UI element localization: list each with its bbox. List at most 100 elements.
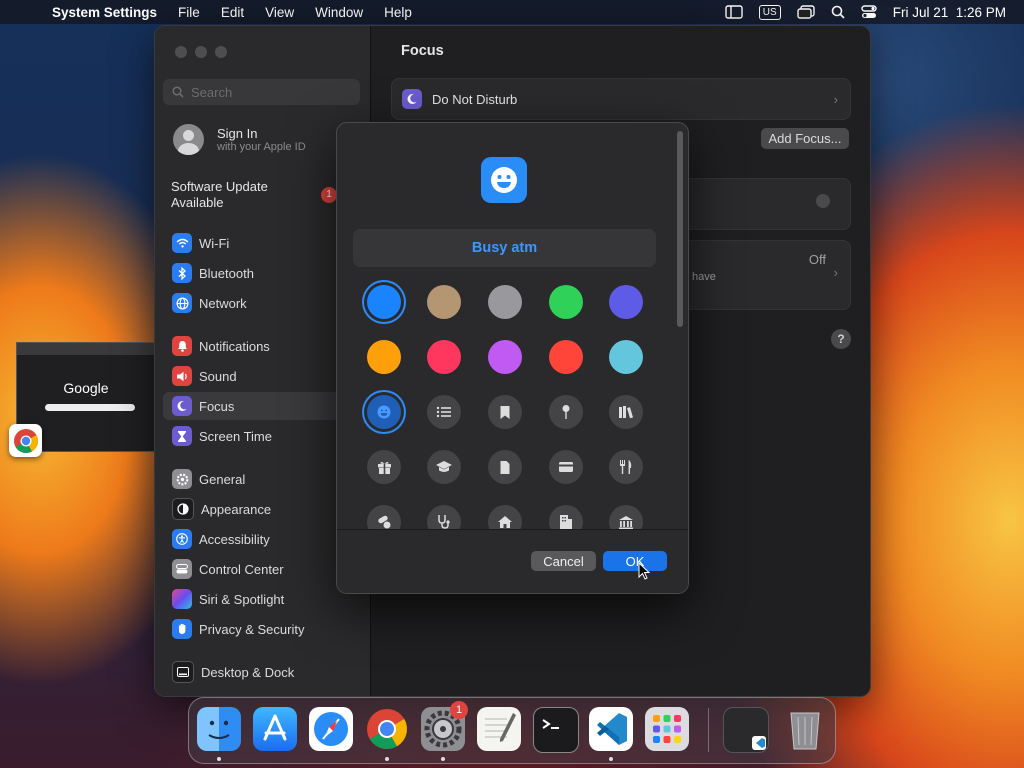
color-swatch[interactable] xyxy=(488,340,522,374)
dock-vscode[interactable] xyxy=(589,707,633,751)
bookmark-icon xyxy=(500,405,510,419)
sidebar-item-control-center[interactable]: Control Center xyxy=(163,555,361,583)
menu-clock[interactable]: Fri Jul 21 1:26 PM xyxy=(893,5,1006,20)
sidebar-item-desktop-dock[interactable]: Desktop & Dock xyxy=(163,658,361,686)
glyph-option[interactable] xyxy=(488,450,522,484)
color-swatch[interactable] xyxy=(488,285,522,319)
control-center-icon[interactable] xyxy=(861,5,877,19)
menu-help[interactable]: Help xyxy=(384,5,412,20)
menu-window[interactable]: Window xyxy=(315,5,363,20)
sidebar-toggle-icon[interactable] xyxy=(725,5,743,19)
sidebar-item-network[interactable]: Network xyxy=(163,289,361,317)
glyph-option[interactable] xyxy=(609,450,643,484)
color-swatch[interactable] xyxy=(427,340,461,374)
sidebar-item-bluetooth[interactable]: Bluetooth xyxy=(163,259,361,287)
glyph-option[interactable] xyxy=(367,395,401,429)
globe-icon xyxy=(172,293,192,313)
hourglass-icon xyxy=(172,426,192,446)
color-swatch[interactable] xyxy=(427,285,461,319)
glyph-option[interactable] xyxy=(367,450,401,484)
search-icon xyxy=(172,86,184,98)
sidebar-item-siri-spotlight[interactable]: Siri & Spotlight xyxy=(163,585,361,613)
sidebar-item-screen-time[interactable]: Screen Time xyxy=(163,422,361,450)
focus-name-input[interactable]: Busy atm xyxy=(353,229,656,267)
apple-menu-icon[interactable] xyxy=(18,3,36,21)
dock-safari[interactable] xyxy=(309,707,353,751)
smiley-icon xyxy=(377,405,391,419)
sidebar-item-label: Notifications xyxy=(199,338,270,354)
cancel-button[interactable]: Cancel xyxy=(531,551,596,571)
share-across-devices-toggle[interactable] xyxy=(816,194,830,208)
focus-status-value: Off xyxy=(808,252,826,267)
glyph-option[interactable] xyxy=(488,395,522,429)
focus-preview-icon xyxy=(481,157,527,203)
zoom-window-button[interactable] xyxy=(215,46,227,58)
dock-minimized-vscode-window[interactable] xyxy=(723,707,769,753)
color-swatch[interactable] xyxy=(609,340,643,374)
glyph-option[interactable] xyxy=(427,450,461,484)
dock-launchpad[interactable] xyxy=(645,707,689,751)
color-swatch[interactable] xyxy=(367,285,401,319)
sidebar-item-focus[interactable]: Focus xyxy=(163,392,361,420)
ok-button[interactable]: OK xyxy=(603,551,667,571)
dialog-footer: Cancel OK xyxy=(337,529,688,593)
house-icon xyxy=(498,516,512,528)
sidebar-item-general[interactable]: General xyxy=(163,465,361,493)
menu-file[interactable]: File xyxy=(178,5,200,20)
help-button[interactable]: ? xyxy=(831,329,851,349)
control-center-sidebar-icon xyxy=(172,559,192,579)
settings-badge: 1 xyxy=(450,701,468,719)
sidebar-item-wifi[interactable]: Wi-Fi xyxy=(163,229,361,257)
color-swatch[interactable] xyxy=(367,340,401,374)
menu-view[interactable]: View xyxy=(265,5,294,20)
sidebar-item-label: Network xyxy=(199,295,247,311)
sidebar-item-label: General xyxy=(199,471,246,487)
sidebar-item-label: Sound xyxy=(199,368,237,384)
glyph-option[interactable] xyxy=(549,450,583,484)
menu-edit[interactable]: Edit xyxy=(221,5,244,20)
sidebar-item-accessibility[interactable]: Accessibility xyxy=(163,525,361,553)
dialog-scrollbar[interactable] xyxy=(677,131,683,327)
do-not-disturb-row[interactable]: Do Not Disturb › xyxy=(391,78,851,120)
signin-title: Sign In xyxy=(217,126,258,141)
color-swatch[interactable] xyxy=(549,285,583,319)
sidebar-item-notifications[interactable]: Notifications xyxy=(163,332,361,360)
sidebar-item-sound[interactable]: Sound xyxy=(163,362,361,390)
menu-app-name[interactable]: System Settings xyxy=(52,5,157,20)
dock-app-store[interactable] xyxy=(253,707,297,751)
moon-icon xyxy=(172,396,192,416)
terminal-icon xyxy=(542,719,559,729)
apple-id-signin[interactable]: Sign In with your Apple ID xyxy=(173,124,306,155)
software-update-available[interactable]: Software Update Available xyxy=(171,179,291,211)
dock-finder[interactable] xyxy=(197,707,241,751)
spotlight-search-icon[interactable] xyxy=(831,5,845,19)
minimize-window-button[interactable] xyxy=(195,46,207,58)
color-swatch[interactable] xyxy=(609,285,643,319)
app-store-icon xyxy=(263,714,287,741)
sidebar-item-privacy-security[interactable]: Privacy & Security xyxy=(163,615,361,643)
focus-status-description: have xyxy=(692,271,716,283)
list-icon xyxy=(436,406,451,418)
dock-textedit[interactable] xyxy=(477,707,521,751)
glyph-option[interactable] xyxy=(609,395,643,429)
vscode-icon xyxy=(752,736,766,750)
glyph-option[interactable] xyxy=(427,395,461,429)
chrome-app-badge[interactable] xyxy=(9,424,42,457)
building-icon xyxy=(560,515,572,529)
sidebar-item-label: Accessibility xyxy=(199,531,270,547)
siri-icon xyxy=(172,589,192,609)
moon-icon xyxy=(402,89,422,109)
keyboard-input-indicator[interactable]: US xyxy=(758,4,781,20)
dock-trash[interactable] xyxy=(783,707,827,751)
stage-manager-icon[interactable] xyxy=(797,5,815,19)
sidebar-search-field[interactable]: Search xyxy=(163,79,360,105)
close-window-button[interactable] xyxy=(175,46,187,58)
sidebar-item-appearance[interactable]: Appearance xyxy=(163,495,361,523)
color-swatch[interactable] xyxy=(549,340,583,374)
add-focus-button[interactable]: Add Focus... xyxy=(761,128,849,149)
glyph-option[interactable] xyxy=(549,395,583,429)
dock-chrome[interactable] xyxy=(365,707,409,751)
bluetooth-icon xyxy=(172,263,192,283)
dock-terminal[interactable] xyxy=(533,707,579,753)
sidebar-item-label: Appearance xyxy=(201,501,272,517)
